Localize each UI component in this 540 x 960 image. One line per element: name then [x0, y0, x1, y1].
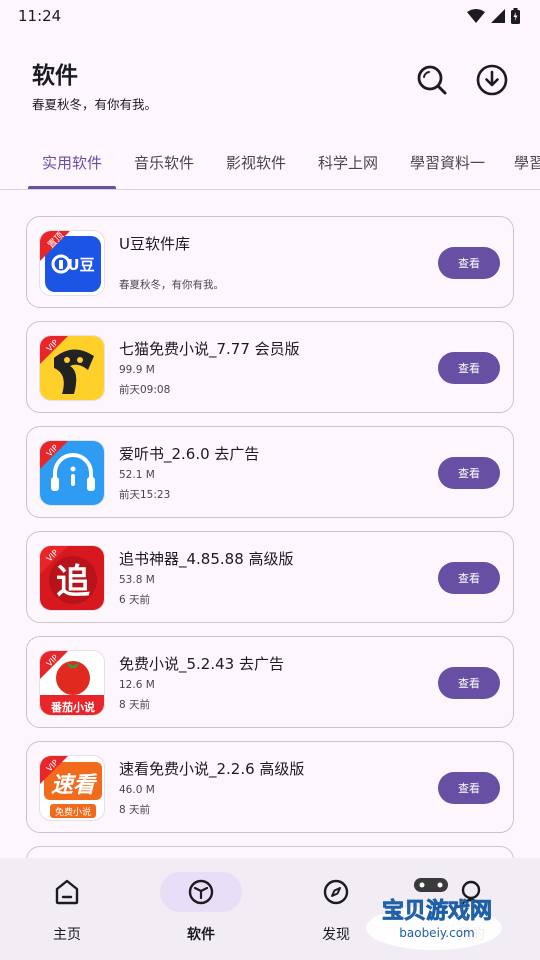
view-button[interactable]: 查看 — [438, 247, 500, 279]
app-time: 前天09:08 — [119, 384, 171, 396]
compass-icon — [323, 879, 349, 905]
status-bar: 11:24 — [0, 0, 540, 32]
sukan-logo-subtext: 免费小说 — [55, 806, 91, 818]
download-button[interactable] — [476, 64, 508, 96]
app-size: 12.6 M — [119, 679, 155, 691]
watermark-text: 宝贝游戏网 — [382, 898, 492, 924]
header: 软件 春夏秋冬，有你有我。 — [32, 56, 508, 116]
app-icon-zhuishu: 追 VIP — [39, 545, 105, 611]
tab-indicator — [28, 186, 116, 189]
battery-icon — [511, 8, 520, 24]
download-icon — [476, 64, 508, 96]
home-icon — [55, 879, 79, 905]
cube-icon — [188, 879, 214, 905]
app-card[interactable]: VIP 七猫免费小说_7.77 会员版 99.9 M 前天09:08 查看 — [26, 321, 514, 413]
app-size: 53.8 M — [119, 574, 155, 586]
watermark-url: baobeiy.com — [399, 926, 474, 940]
nav-software[interactable]: 软件 — [151, 872, 251, 944]
category-tabs: 实用软件 音乐软件 影视软件 科学上网 學習資料一 學習 — [0, 138, 540, 190]
app-name: 七猫免费小说_7.77 会员版 — [119, 340, 300, 358]
tab-video-software[interactable]: 影视软件 — [226, 138, 286, 189]
nav-home-label: 主页 — [53, 927, 81, 943]
app-icon-sukan: 速看 免费小说 VIP — [39, 755, 105, 821]
app-name: 免费小说_5.2.43 去广告 — [119, 655, 284, 673]
app-time: 8 天前 — [119, 699, 151, 711]
app-icon-fanqie: 番茄小说 VIP — [39, 650, 105, 716]
search-button[interactable] — [416, 64, 448, 96]
app-card[interactable]: U豆 置顶 U豆软件库 春夏秋冬，有你有我。 查看 — [26, 216, 514, 308]
app-icon-qimao: VIP — [39, 335, 105, 401]
app-list: U豆 置顶 U豆软件库 春夏秋冬，有你有我。 查看 VIP 七猫免费小说_7.7… — [26, 216, 514, 919]
app-icon-udou: U豆 置顶 — [39, 230, 105, 296]
zhuishu-logo-text: 追 — [56, 562, 90, 602]
view-button[interactable]: 查看 — [438, 562, 500, 594]
status-time: 11:24 — [18, 7, 62, 25]
tab-study-materials-1[interactable]: 學習資料一 — [410, 138, 485, 189]
app-card[interactable]: VIP 爱听书_2.6.0 去广告 52.1 M 前天15:23 查看 — [26, 426, 514, 518]
app-card[interactable]: 番茄小说 VIP 免费小说_5.2.43 去广告 12.6 M 8 天前 查看 — [26, 636, 514, 728]
app-name: 速看免费小说_2.2.6 高级版 — [119, 760, 305, 778]
udou-logo-text: U豆 — [67, 256, 94, 274]
app-time: 8 天前 — [119, 804, 151, 816]
tab-music-software[interactable]: 音乐软件 — [134, 138, 194, 189]
app-description: 春夏秋冬，有你有我。 — [119, 279, 224, 291]
search-icon — [417, 65, 447, 95]
signal-icon — [491, 9, 505, 23]
app-size: 99.9 M — [119, 364, 155, 376]
app-size: 52.1 M — [119, 469, 155, 481]
nav-home[interactable]: 主页 — [17, 872, 117, 944]
nav-software-label: 软件 — [187, 927, 215, 943]
app-size: 46.0 M — [119, 784, 155, 796]
view-button[interactable]: 查看 — [438, 667, 500, 699]
tab-practical-software[interactable]: 实用软件 — [42, 138, 102, 189]
view-button[interactable]: 查看 — [438, 457, 500, 489]
app-card[interactable]: 速看 免费小说 VIP 速看免费小说_2.2.6 高级版 46.0 M 8 天前… — [26, 741, 514, 833]
view-button[interactable]: 查看 — [438, 772, 500, 804]
app-time: 6 天前 — [119, 594, 151, 606]
status-icons — [467, 8, 520, 24]
wifi-icon — [467, 9, 485, 23]
app-time: 前天15:23 — [119, 489, 171, 501]
app-name: U豆软件库 — [119, 235, 190, 253]
app-icon-aitingshu: VIP — [39, 440, 105, 506]
sukan-logo-text: 速看 — [51, 773, 98, 798]
view-button[interactable]: 查看 — [438, 352, 500, 384]
app-name: 爱听书_2.6.0 去广告 — [119, 445, 260, 463]
watermark-logo: 宝贝游戏网 baobeiy.com — [366, 878, 502, 950]
fanqie-logo-text: 番茄小说 — [50, 700, 95, 714]
app-name: 追书神器_4.85.88 高级版 — [119, 550, 294, 568]
tab-study-materials[interactable]: 學習 — [514, 138, 540, 189]
tab-vpn[interactable]: 科学上网 — [318, 138, 378, 189]
page-subtitle: 春夏秋冬，有你有我。 — [32, 97, 158, 112]
app-card[interactable]: 追 VIP 追书神器_4.85.88 高级版 53.8 M 6 天前 查看 — [26, 531, 514, 623]
header-actions — [416, 64, 508, 96]
